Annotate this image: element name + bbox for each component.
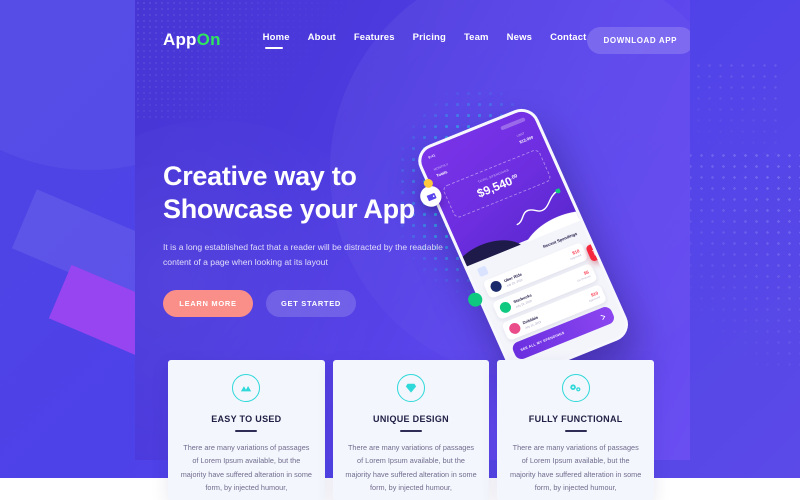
mountain-icon	[232, 374, 261, 402]
phone-limit-block: LIMIT $12,000	[516, 129, 534, 144]
trash-icon	[591, 247, 599, 256]
nav-item-features[interactable]: Features	[354, 32, 395, 49]
phone-monthly-block: MONTHLY Totals	[433, 162, 452, 178]
logo-part-one: App	[163, 30, 197, 49]
transaction-amount-block: $10 Approved	[568, 248, 582, 261]
landing-page: AppOn Home About Features Pricing Team N…	[0, 0, 800, 500]
feature-text: There are many variations of passages of…	[180, 442, 312, 493]
nav-item-news[interactable]: News	[507, 32, 532, 49]
hero-title-line-2: Showcase your App	[163, 194, 415, 225]
transaction-info: Uber Ride July 20, 2019	[503, 271, 525, 287]
logo-part-two: On	[196, 30, 221, 49]
navbar: AppOn Home About Features Pricing Team N…	[135, 0, 690, 80]
hero-copy: Creative way to Showcase your App It is …	[163, 160, 453, 318]
download-app-button[interactable]: DOWNLOAD APP	[586, 26, 690, 54]
title-rule	[235, 430, 258, 432]
feature-title: EASY TO USED	[211, 414, 282, 424]
transaction-info: Starbucks July 19, 2019	[512, 292, 534, 308]
wallet-icon	[425, 192, 436, 201]
get-started-button[interactable]: GET STARTED	[266, 290, 356, 318]
feature-card-fully-functional[interactable]: FULLY FUNCTIONAL There are many variatio…	[497, 360, 655, 500]
nav-item-home[interactable]: Home	[263, 32, 290, 49]
title-rule	[400, 430, 422, 432]
nav-item-about[interactable]: About	[308, 32, 336, 49]
feature-card-easy-to-used[interactable]: EASY TO USED There are many variations o…	[168, 360, 325, 500]
see-all-spendings-label: SEE ALL MY SPENDINGS	[519, 330, 566, 353]
nav-item-contact[interactable]: Contact	[550, 32, 586, 49]
hero-title: Creative way to Showcase your App	[163, 160, 453, 226]
feature-cards: EASY TO USED There are many variations o…	[168, 360, 655, 500]
transaction-amount-block: $10 Approved	[586, 290, 601, 303]
transaction-amount-block: $6 On Process	[575, 269, 591, 282]
feature-card-unique-design[interactable]: UNIQUE DESIGN There are many variations …	[332, 360, 490, 500]
transaction-info: Dribbble July 14, 2019	[522, 314, 542, 329]
feature-text: There are many variations of passages of…	[510, 442, 642, 493]
phone-status-time: 9:41	[427, 153, 437, 160]
grid-icon[interactable]	[476, 265, 489, 278]
nav-item-pricing[interactable]: Pricing	[413, 32, 446, 49]
hero-cta-group: LEARN MORE GET STARTED	[163, 290, 453, 318]
gears-icon	[561, 374, 590, 402]
feature-title: FULLY FUNCTIONAL	[528, 414, 623, 424]
hero-subtitle: It is a long established fact that a rea…	[163, 242, 443, 268]
hero-title-line-1: Creative way to	[163, 161, 357, 191]
nav-links: Home About Features Pricing Team News Co…	[263, 32, 587, 49]
title-rule	[564, 430, 587, 432]
chevron-right-icon	[600, 315, 606, 320]
diamond-icon	[397, 374, 425, 402]
nav-item-team[interactable]: Team	[464, 32, 489, 49]
avatar	[507, 321, 523, 336]
learn-more-button[interactable]: LEARN MORE	[163, 290, 253, 318]
feature-text: There are many variations of passages of…	[345, 442, 477, 493]
avatar	[498, 300, 513, 315]
phone-amount-cents: .00	[509, 173, 519, 182]
feature-title: UNIQUE DESIGN	[373, 414, 449, 424]
phone-notch	[500, 117, 526, 131]
logo[interactable]: AppOn	[163, 30, 221, 50]
avatar	[488, 279, 504, 294]
